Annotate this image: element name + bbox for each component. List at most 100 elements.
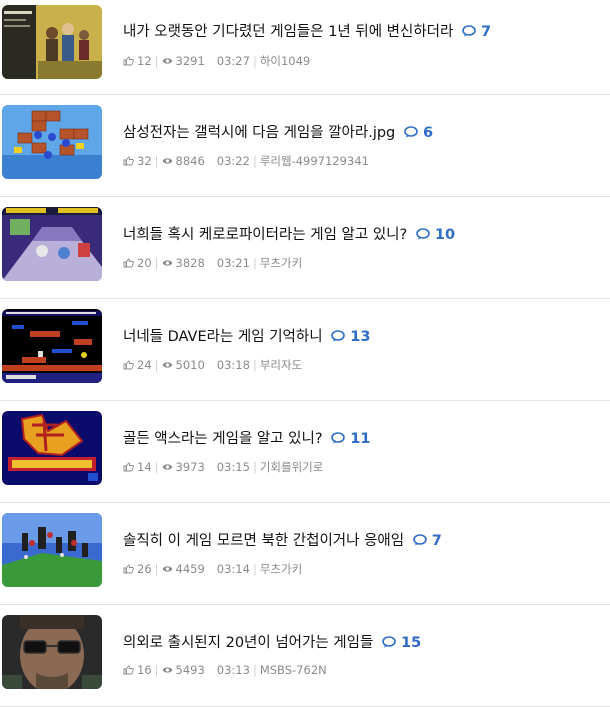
separator: |	[252, 562, 257, 576]
eye-icon	[162, 362, 173, 368]
thumbs-up-icon	[123, 56, 134, 66]
separator: |	[154, 54, 159, 68]
post-meta: 24 | 5010 03:18 | 부리자도	[123, 357, 302, 373]
post-meta: 20 | 3828 03:21 | 무츠가키	[123, 255, 302, 271]
post-title[interactable]: 삼성전자는 갤럭시에 다음 게임을 깔아라.jpg	[123, 125, 395, 141]
post-meta: 32 | 8846 03:22 | 루리웹-4997129341	[123, 153, 369, 169]
post-author[interactable]: 기회를위기로	[260, 460, 323, 474]
post-title[interactable]: 너네들 DAVE라는 게임 기억하니	[123, 329, 323, 345]
post-thumbnail[interactable]	[2, 207, 102, 281]
separator: |	[154, 663, 159, 677]
comment-count[interactable]: 7	[412, 533, 442, 549]
post-title[interactable]: 솔직히 이 게임 모르면 북한 간첩이거나 응애임	[123, 533, 404, 549]
post-title-row: 솔직히 이 게임 모르면 북한 간첩이거나 응애임 7	[123, 529, 442, 550]
separator: |	[154, 460, 159, 474]
post-time: 03:27	[216, 54, 250, 68]
separator: |	[252, 358, 257, 372]
post-author[interactable]: 하이1049	[260, 54, 310, 68]
view-count: 3973	[175, 460, 205, 474]
thumbs-up-icon	[123, 258, 134, 268]
comment-count[interactable]: 13	[331, 329, 370, 345]
separator: |	[154, 358, 159, 372]
list-item[interactable]: 솔직히 이 게임 모르면 북한 간첩이거나 응애임 7 26 | 4459 03:14…	[0, 503, 610, 605]
post-time: 03:21	[216, 256, 250, 270]
post-thumbnail[interactable]	[2, 105, 102, 179]
post-thumbnail[interactable]	[2, 5, 102, 79]
separator: |	[252, 460, 257, 474]
comment-icon	[462, 25, 476, 37]
post-title-row: 내가 오랫동안 기다렸던 게임들은 1년 뒤에 변신하더라 7	[123, 20, 491, 41]
comment-icon	[416, 228, 430, 240]
view-count: 4459	[175, 562, 205, 576]
eye-icon	[162, 158, 173, 164]
post-title[interactable]: 너희들 혹시 케로로파이터라는 게임 알고 있니?	[123, 227, 407, 243]
eye-icon	[162, 260, 173, 266]
separator: |	[154, 256, 159, 270]
post-author[interactable]: 무츠가키	[260, 562, 302, 576]
post-thumbnail[interactable]	[2, 615, 102, 689]
post-title-row: 너네들 DAVE라는 게임 기억하니 13	[123, 325, 370, 346]
list-item[interactable]: 의외로 출시된지 20년이 넘어가는 게임들 15 16 | 5493 03:13 | M…	[0, 605, 610, 707]
post-title-row: 골든 액스라는 게임을 알고 있니? 11	[123, 427, 370, 448]
post-title-row: 삼성전자는 갤럭시에 다음 게임을 깔아라.jpg 6	[123, 121, 433, 142]
separator: |	[154, 154, 159, 168]
post-meta: 26 | 4459 03:14 | 무츠가키	[123, 561, 302, 577]
eye-icon	[162, 58, 173, 64]
post-list: 내가 오랫동안 기다렸던 게임들은 1년 뒤에 변신하더라 7 12 | 3291 0…	[0, 0, 610, 707]
comment-count[interactable]: 10	[416, 227, 455, 243]
view-count: 5010	[175, 358, 205, 372]
view-count: 3828	[175, 256, 205, 270]
post-meta: 16 | 5493 03:13 | MSBS-762N	[123, 663, 327, 677]
post-author[interactable]: MSBS-762N	[260, 663, 327, 677]
post-author[interactable]: 무츠가키	[260, 256, 302, 270]
list-item[interactable]: 삼성전자는 갤럭시에 다음 게임을 깔아라.jpg 6 32 | 8846 03:22…	[0, 95, 610, 197]
list-item[interactable]: 골든 액스라는 게임을 알고 있니? 11 14 | 3973 03:15 | 기회를위기…	[0, 401, 610, 503]
like-count: 26	[137, 562, 152, 576]
separator: |	[252, 256, 257, 270]
eye-icon	[162, 566, 173, 572]
like-count: 24	[137, 358, 152, 372]
view-count: 5493	[175, 663, 205, 677]
post-thumbnail[interactable]	[2, 309, 102, 383]
comment-icon	[331, 330, 345, 342]
post-meta: 12 | 3291 03:27 | 하이1049	[123, 53, 310, 69]
post-time: 03:14	[216, 562, 250, 576]
list-item[interactable]: 내가 오랫동안 기다렸던 게임들은 1년 뒤에 변신하더라 7 12 | 3291 0…	[0, 0, 610, 95]
thumbs-up-icon	[123, 360, 134, 370]
comment-icon	[404, 126, 418, 138]
post-time: 03:22	[216, 154, 250, 168]
separator: |	[252, 54, 257, 68]
thumbs-up-icon	[123, 156, 134, 166]
comment-count[interactable]: 6	[404, 125, 433, 141]
post-title[interactable]: 의외로 출시된지 20년이 넘어가는 게임들	[123, 635, 373, 651]
post-time: 03:15	[216, 460, 250, 474]
comment-icon	[331, 432, 345, 444]
post-time: 03:13	[216, 663, 250, 677]
comment-icon	[412, 534, 427, 546]
separator: |	[252, 154, 257, 168]
post-title-row: 너희들 혹시 케로로파이터라는 게임 알고 있니? 10	[123, 223, 455, 244]
separator: |	[154, 562, 159, 576]
post-title[interactable]: 내가 오랫동안 기다렸던 게임들은 1년 뒤에 변신하더라	[123, 24, 453, 40]
post-thumbnail[interactable]	[2, 411, 102, 485]
comment-count[interactable]: 11	[331, 431, 370, 447]
thumbs-up-icon	[123, 564, 134, 574]
list-item[interactable]: 너네들 DAVE라는 게임 기억하니 13 24 | 5010 03:18 | 부리자도	[0, 299, 610, 401]
view-count: 3291	[175, 54, 205, 68]
comment-icon	[382, 636, 396, 648]
comment-count[interactable]: 15	[382, 635, 421, 651]
post-author[interactable]: 루리웹-4997129341	[260, 154, 369, 168]
like-count: 16	[137, 663, 152, 677]
comment-count[interactable]: 7	[462, 24, 491, 40]
separator: |	[252, 663, 257, 677]
eye-icon	[162, 464, 173, 470]
like-count: 14	[137, 460, 152, 474]
post-title[interactable]: 골든 액스라는 게임을 알고 있니?	[123, 431, 323, 447]
post-author[interactable]: 부리자도	[260, 358, 302, 372]
view-count: 8846	[175, 154, 205, 168]
thumbs-up-icon	[123, 665, 134, 675]
thumbs-up-icon	[123, 462, 134, 472]
post-thumbnail[interactable]	[2, 513, 102, 587]
eye-icon	[162, 667, 173, 673]
list-item[interactable]: 너희들 혹시 케로로파이터라는 게임 알고 있니? 10 20 | 3828 03:2…	[0, 197, 610, 299]
